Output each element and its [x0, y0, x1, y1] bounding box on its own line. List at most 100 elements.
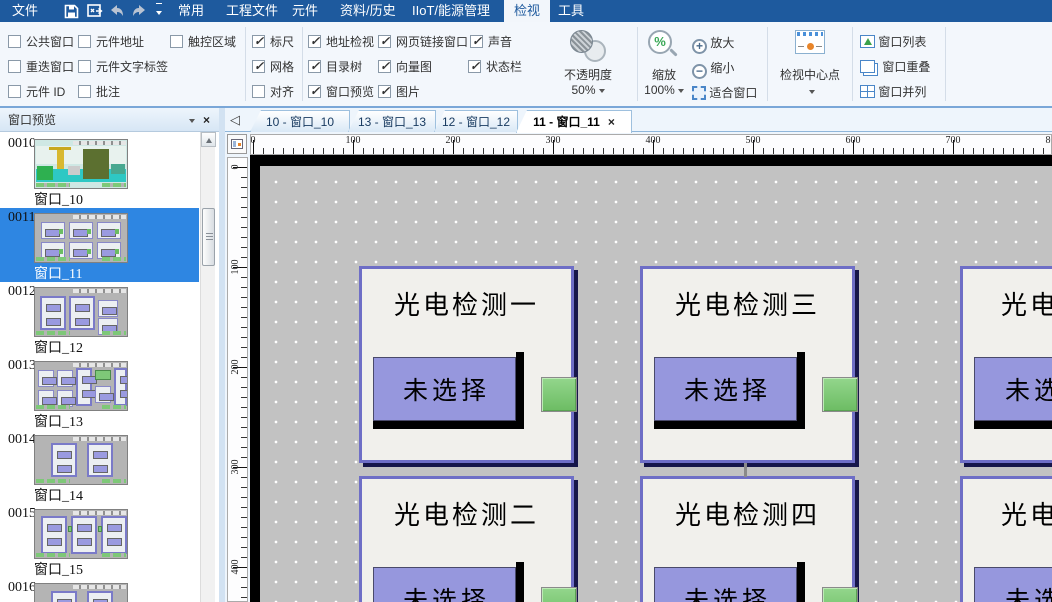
checkbox-box[interactable] [8, 60, 21, 73]
window-tile-button[interactable]: 窗口并列 [860, 83, 926, 100]
quick-access-dropdown-icon[interactable] [150, 3, 168, 19]
menu-view[interactable]: 检视 [504, 0, 550, 22]
panel-dropdown-icon[interactable] [189, 119, 195, 123]
window-16-thumbnail[interactable] [34, 583, 128, 602]
checkbox-tree-view[interactable]: 目录树 [308, 57, 362, 75]
window-cascade-button[interactable]: 窗口重叠 [860, 58, 930, 75]
sidebar-scrollbar[interactable] [200, 132, 215, 602]
tab-scroll-left-icon[interactable]: ◁ [230, 112, 240, 128]
window-12-thumbnail[interactable] [34, 287, 128, 337]
menu-common[interactable]: 常用 [168, 0, 214, 22]
window-15-thumbnail[interactable] [34, 509, 128, 559]
menu-file[interactable]: 文件 [2, 0, 48, 22]
button-label[interactable]: 未选择 [974, 567, 1052, 602]
redo-icon[interactable] [130, 3, 148, 19]
button-label[interactable]: 未选择 [654, 567, 797, 602]
undo-icon[interactable] [108, 3, 126, 19]
list-item-window-14[interactable]: 0014 窗口_14 [0, 430, 199, 504]
tab-window-10[interactable]: 10 - 窗口_10 [250, 110, 350, 132]
checkbox-overlap-window[interactable]: 重迭窗口 [8, 57, 74, 75]
hmi-group-panel-right-partial[interactable]: 光电 未选择 [960, 266, 1052, 463]
checkbox-window-preview[interactable]: 窗口预览 [308, 82, 374, 100]
checkbox-box[interactable] [252, 35, 265, 48]
menu-project-file[interactable]: 工程文件 [216, 0, 288, 22]
checkbox-object-id[interactable]: 元件 ID [8, 82, 65, 100]
hmi-group-panel-1[interactable]: 光电检测一 未选择 [359, 266, 574, 463]
checkbox-sound[interactable]: 声音 [470, 32, 512, 50]
list-item-window-10[interactable]: 0010 窗口_10 [0, 134, 199, 208]
checkbox-object-text-label[interactable]: 元件文字标签 [78, 57, 168, 75]
zoom-percent-icon[interactable]: % [648, 30, 678, 60]
hmi-select-button[interactable]: 未选择 [974, 562, 1052, 602]
status-indicator[interactable] [541, 377, 577, 412]
save-icon[interactable] [62, 3, 80, 19]
ruler-origin-box[interactable] [227, 134, 247, 154]
list-item-window-15[interactable]: 0015 窗口_15 [0, 504, 199, 578]
hmi-select-button[interactable]: 未选择 [654, 562, 805, 602]
zoom-label[interactable]: 缩放 [636, 66, 692, 83]
checkbox-box[interactable] [378, 85, 391, 98]
checkbox-box[interactable] [252, 85, 265, 98]
checkbox-annotation[interactable]: 批注 [78, 82, 120, 100]
opacity-value[interactable]: 50% [556, 83, 620, 97]
opacity-icon[interactable] [570, 30, 606, 62]
checkbox-snap[interactable]: 对齐 [252, 82, 294, 100]
view-center-dropdown[interactable] [770, 84, 850, 98]
window-10-thumbnail[interactable] [34, 139, 128, 189]
checkbox-box[interactable] [308, 35, 321, 48]
menu-object[interactable]: 元件 [282, 0, 328, 22]
list-item-window-13[interactable]: 0013 窗口_13 [0, 356, 199, 430]
hmi-group-panel-3[interactable]: 光电检测三 未选择 [640, 266, 855, 463]
checkbox-box[interactable] [8, 85, 21, 98]
list-item-window-16[interactable]: 0016 [0, 578, 199, 602]
checkbox-common-window[interactable]: 公共窗口 [8, 32, 74, 50]
window-list-button[interactable]: 窗口列表 [860, 33, 926, 50]
hmi-design-screen[interactable]: 光电检测一 未选择 光电检测三 未选择 光电 [260, 166, 1052, 602]
checkbox-box[interactable] [78, 35, 91, 48]
checkbox-vector-graph[interactable]: 向量图 [378, 57, 432, 75]
checkbox-box[interactable] [308, 85, 321, 98]
checkbox-box[interactable] [78, 85, 91, 98]
checkbox-address-view[interactable]: 地址检视 [308, 32, 374, 50]
list-item-window-11[interactable]: 0011 窗口_11 [0, 208, 199, 282]
hmi-select-button[interactable]: 未选择 [373, 562, 524, 602]
button-label[interactable]: 未选择 [974, 357, 1052, 421]
hmi-select-button[interactable]: 未选择 [654, 352, 805, 429]
checkbox-object-address[interactable]: 元件地址 [78, 32, 144, 50]
button-label[interactable]: 未选择 [654, 357, 797, 421]
hmi-group-panel-2[interactable]: 光电检测二 未选择 [359, 476, 574, 602]
checkbox-box[interactable] [470, 35, 483, 48]
checkbox-picture[interactable]: 图片 [378, 82, 420, 100]
export-icon[interactable] [86, 3, 104, 19]
checkbox-touch-area[interactable]: 触控区域 [170, 32, 236, 50]
checkbox-box[interactable] [78, 60, 91, 73]
panel-close-icon[interactable]: × [203, 108, 210, 132]
menu-tools[interactable]: 工具 [548, 0, 594, 22]
button-label[interactable]: 未选择 [373, 567, 516, 602]
checkbox-box[interactable] [378, 35, 391, 48]
scrollbar-up-icon[interactable] [201, 132, 216, 147]
scrollbar-thumb[interactable] [202, 208, 215, 266]
checkbox-box[interactable] [308, 60, 321, 73]
checkbox-weblink-window[interactable]: 网页链接窗口 [378, 32, 468, 50]
menu-data-history[interactable]: 资料/历史 [330, 0, 406, 22]
window-11-thumbnail[interactable] [34, 213, 128, 263]
checkbox-grid[interactable]: 网格 [252, 57, 294, 75]
checkbox-status-bar[interactable]: 状态栏 [468, 57, 522, 75]
hmi-select-button[interactable]: 未选择 [974, 352, 1052, 429]
window-14-thumbnail[interactable] [34, 435, 128, 485]
checkbox-box[interactable] [378, 60, 391, 73]
checkbox-box[interactable] [468, 60, 481, 73]
tab-window-11[interactable]: 11 - 窗口_11× [516, 110, 632, 133]
opacity-label[interactable]: 不透明度 [556, 66, 620, 83]
button-label[interactable]: 未选择 [373, 357, 516, 421]
window-13-thumbnail[interactable] [34, 361, 128, 411]
checkbox-box[interactable] [170, 35, 183, 48]
view-center-label[interactable]: 检视中心点 [770, 66, 850, 83]
fit-window-button[interactable]: 适合窗口 [692, 84, 757, 101]
status-indicator[interactable] [822, 587, 858, 602]
list-item-window-12[interactable]: 0012 窗口_12 [0, 282, 199, 356]
tab-window-13[interactable]: 13 - 窗口_13 [348, 110, 436, 132]
zoom-value[interactable]: 100% [636, 83, 692, 97]
checkbox-ruler[interactable]: 标尺 [252, 32, 294, 50]
